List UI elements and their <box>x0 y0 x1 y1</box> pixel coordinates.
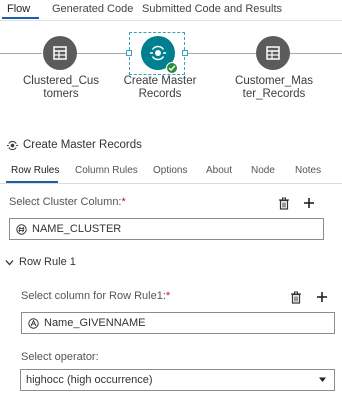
numeric-column-icon <box>16 223 27 235</box>
connector-line <box>77 53 129 54</box>
input-port-icon[interactable] <box>126 50 132 56</box>
table-icon <box>266 46 280 60</box>
operator-select[interactable]: highocc (high occurrence) <box>20 369 335 391</box>
trash-icon[interactable] <box>289 290 303 304</box>
connector-line <box>185 53 256 54</box>
tab-submitted-code-and-results[interactable]: Submitted Code and Results <box>142 3 282 15</box>
tab-generated-code[interactable]: Generated Code <box>52 3 133 15</box>
cluster-column-field[interactable]: NAME_CLUSTER <box>9 218 324 240</box>
row-rule-header[interactable]: Row Rule 1 <box>5 256 76 268</box>
operator-value: highocc (high occurrence) <box>26 374 153 386</box>
label-text: Select Cluster Column: <box>9 196 122 208</box>
node-label-customer-master-records: Customer_Mas ter_Records <box>222 75 326 101</box>
node-label-line: ter_Records <box>242 88 306 100</box>
row-rule-column-field[interactable]: Name_GIVENNAME <box>21 312 335 334</box>
trash-icon[interactable] <box>277 196 291 210</box>
flow-canvas[interactable]: Clustered_Cus tomers Create Master Recor… <box>0 21 342 121</box>
active-tab-indicator <box>2 17 39 19</box>
node-label-create-master-records: Create Master Records <box>112 75 208 101</box>
tab-node[interactable]: Node <box>251 165 275 176</box>
caret-down-icon <box>319 377 326 382</box>
top-tab-bar: Flow Generated Code Submitted Code and R… <box>0 0 342 20</box>
tab-notes[interactable]: Notes <box>295 165 321 176</box>
node-label-line: Clustered_Cus <box>22 75 100 87</box>
tab-flow[interactable]: Flow <box>7 3 30 15</box>
tab-row-rules[interactable]: Row Rules <box>11 165 59 176</box>
label-text: Select column for Row Rule1: <box>21 290 166 302</box>
properties-title: Create Master Records <box>23 139 142 151</box>
node-label-line: Records <box>138 88 182 100</box>
properties-header: Create Master Records <box>7 138 142 152</box>
node-customer-master-records[interactable] <box>256 36 290 70</box>
row-rule-title: Row Rule 1 <box>19 256 76 268</box>
cluster-column-value: NAME_CLUSTER <box>32 223 122 235</box>
node-label-line: Create Master <box>123 75 197 87</box>
output-port-icon[interactable] <box>182 50 188 56</box>
row-rule-column-label: Select column for Row Rule1:* <box>21 290 170 302</box>
tab-about[interactable]: About <box>206 165 232 176</box>
tab-column-rules[interactable]: Column Rules <box>75 165 138 176</box>
required-mark: * <box>121 196 126 208</box>
create-master-records-icon <box>7 140 18 150</box>
row-rule-column-value: Name_GIVENNAME <box>44 317 146 329</box>
chevron-down-icon <box>5 259 14 265</box>
node-label-clustered-customers: Clustered_Cus tomers <box>14 75 108 101</box>
node-label-line: tomers <box>43 88 79 100</box>
create-master-records-icon <box>150 45 166 61</box>
table-icon <box>53 46 67 60</box>
connector-line <box>290 53 342 54</box>
success-check-icon <box>166 62 178 74</box>
operator-label: Select operator: <box>21 351 99 363</box>
required-mark: * <box>165 290 171 302</box>
add-icon[interactable] <box>302 196 316 210</box>
character-column-icon <box>28 317 39 329</box>
node-clustered-customers[interactable] <box>43 36 77 70</box>
add-icon[interactable] <box>315 290 329 304</box>
tab-options[interactable]: Options <box>153 165 187 176</box>
connector-line <box>0 53 42 54</box>
cluster-column-label: Select Cluster Column:* <box>9 196 126 208</box>
tab-divider <box>0 183 342 184</box>
node-label-line: Customer_Mas <box>235 75 313 87</box>
